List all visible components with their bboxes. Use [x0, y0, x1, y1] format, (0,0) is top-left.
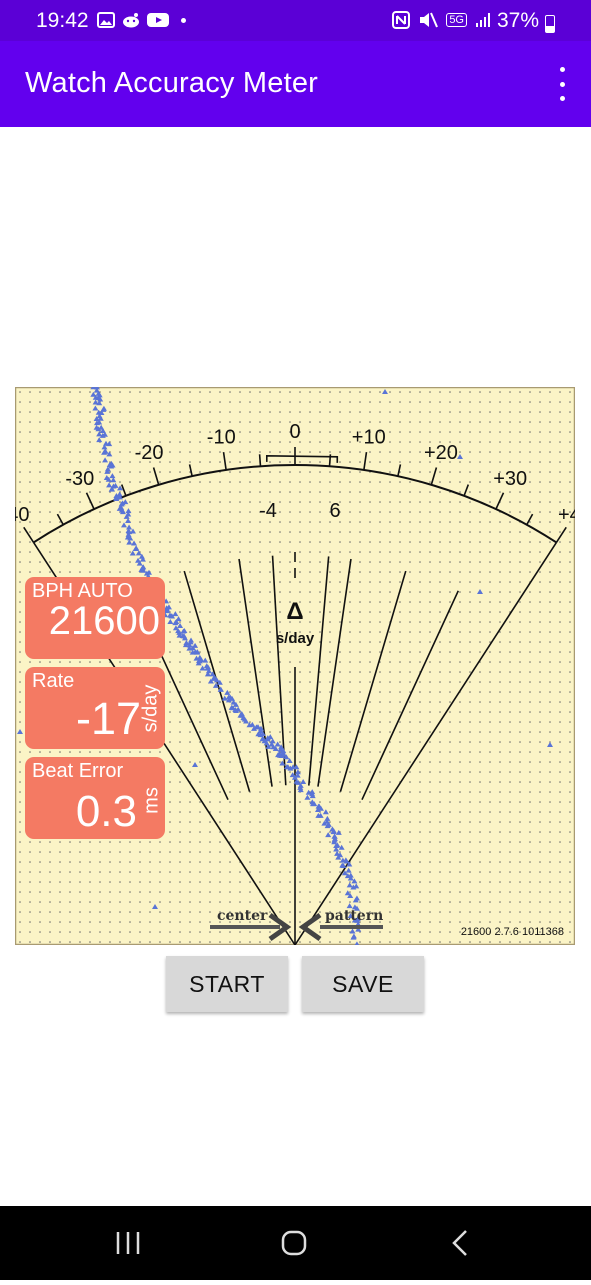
rate-value: -17	[75, 693, 141, 744]
recents-icon	[116, 1232, 140, 1254]
reddit-icon	[123, 13, 139, 28]
accuracy-meter: -40 -30 -20 -10 0 +10 +20 +30 +40 center pattern…	[15, 387, 575, 945]
scale-label: +10	[352, 426, 386, 448]
network-5g-icon: 5G	[446, 13, 467, 27]
dial-tick	[258, 454, 262, 467]
rate-label: Rate	[32, 670, 75, 692]
beat-error-unit: ms	[140, 787, 163, 814]
navigation-bar	[0, 1206, 591, 1280]
home-button[interactable]	[254, 1206, 334, 1280]
save-button[interactable]: SAVE	[302, 956, 424, 1012]
cosc-min-label: -4	[259, 500, 277, 522]
recent-apps-button[interactable]	[89, 1206, 169, 1280]
dot-icon	[559, 81, 565, 87]
overflow-menu-button[interactable]	[555, 67, 569, 101]
scale-label: +20	[424, 442, 458, 464]
footer-info: 21600 2.7.6 1011368	[461, 926, 564, 938]
nfc-icon	[392, 11, 411, 29]
mute-icon	[420, 12, 439, 28]
youtube-icon	[147, 13, 169, 27]
status-time: 19:42	[36, 9, 89, 32]
meter-canvas: -40 -30 -20 -10 0 +10 +20 +30 +40 center pattern…	[15, 387, 575, 945]
center-label: center	[217, 908, 268, 924]
scale-label: -20	[135, 442, 164, 464]
bph-panel: BPH AUTO 21600	[25, 577, 165, 659]
dot-icon	[559, 67, 565, 72]
scale-label: -40	[15, 504, 30, 526]
beat-error-value: 0.3	[75, 787, 137, 836]
cosc-max-label: 6	[329, 500, 340, 522]
scale-label: 0	[289, 421, 300, 443]
bph-value: 21600	[48, 599, 160, 643]
rate-panel: Rate -17 s/day	[25, 667, 165, 749]
battery-percent: 37%	[496, 9, 539, 32]
beat-error-label: Beat Error	[32, 760, 124, 782]
signal-icon	[476, 13, 490, 27]
start-button[interactable]: START	[166, 956, 288, 1012]
scale-label: +30	[493, 468, 527, 490]
back-button[interactable]	[420, 1206, 500, 1280]
dot-icon	[559, 96, 565, 101]
scale-label: -30	[65, 468, 94, 490]
delta-symbol: Δ	[286, 598, 303, 625]
rate-unit: s/day	[139, 684, 162, 733]
more-notifications-icon	[181, 17, 186, 23]
home-icon	[281, 1230, 307, 1256]
scale-label: -10	[207, 426, 236, 448]
battery-icon	[545, 15, 555, 33]
beat-error-panel: Beat Error 0.3 ms	[25, 757, 165, 839]
back-icon	[452, 1230, 467, 1256]
scale-label: +40	[558, 504, 575, 526]
app-bar: Watch Accuracy Meter	[0, 41, 591, 127]
app-title: Watch Accuracy Meter	[25, 67, 319, 99]
status-bar: 19:42 5G 37%	[0, 0, 591, 41]
delta-unit: s/day	[276, 630, 315, 647]
gallery-icon	[97, 12, 115, 28]
pattern-label: pattern	[325, 908, 383, 924]
